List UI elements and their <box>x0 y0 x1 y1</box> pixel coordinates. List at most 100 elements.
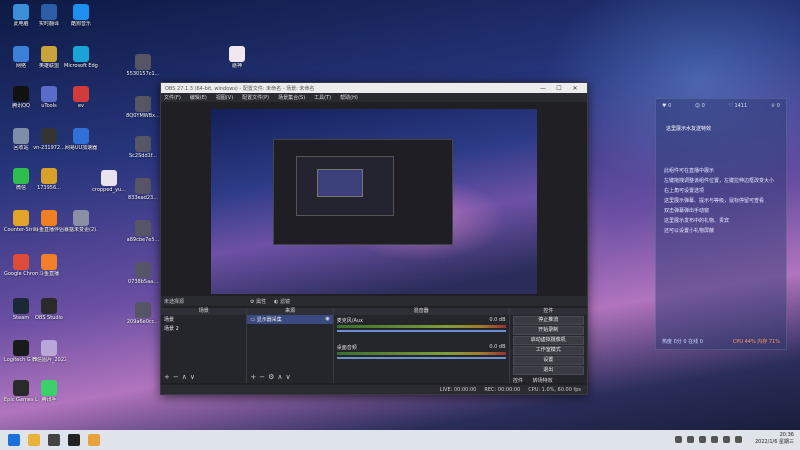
desktop-icon[interactable]: a89cbe7e5... <box>126 220 160 243</box>
obs-window[interactable]: OBS 27.1.3 (64-bit, windows) - 配置文件: 未命名… <box>160 82 588 395</box>
app-icon <box>229 46 245 62</box>
source-item[interactable]: ▭ 显示器采集 ◉ <box>247 315 333 324</box>
menu-scene-collection[interactable]: 场景集合(S) <box>278 94 305 101</box>
desktop-icon[interactable]: 暴露未变更(2).mp4 <box>64 210 98 233</box>
tray-icon[interactable] <box>699 436 706 443</box>
tab-controls[interactable]: 控件 <box>513 378 523 384</box>
desktop-icon[interactable]: 斗鱼直播伴侣 <box>32 210 66 233</box>
desktop-icon[interactable]: 网易UU加速器 <box>64 128 98 151</box>
scene-item[interactable]: 场景 <box>161 315 246 324</box>
tray-icon[interactable] <box>687 436 694 443</box>
volume-meter <box>336 325 506 328</box>
widget-footer: 热度 0分 0 在线 0 CPU 44% 内存 71% <box>662 338 780 345</box>
desktop-icon-label: 网易UU加速器 <box>64 145 98 151</box>
menu-help[interactable]: 帮助(H) <box>340 94 358 101</box>
clock[interactable]: 20:36 2022/1/6 星期三 <box>755 432 794 446</box>
properties-label: 属性 <box>256 298 267 305</box>
desktop-icon[interactable]: 实时翻译 <box>32 4 66 27</box>
app-icon <box>41 210 57 226</box>
stop-streaming-button[interactable]: 停止推流 <box>512 316 584 325</box>
volume-slider[interactable] <box>336 330 506 332</box>
desktop-icon[interactable]: Sc2Sdd1f... <box>126 136 160 159</box>
desktop-icon-label: 8Q0YMWBx... <box>126 113 160 119</box>
desktop-icon-label: 腾讯手 <box>41 397 57 403</box>
desktop-icon[interactable]: 斗鱼直播 <box>32 254 66 277</box>
desktop-icon[interactable]: ev <box>64 86 98 109</box>
source-toolbar: 未选择源 ⚙ 属性 ◐ 滤镜 <box>161 296 587 306</box>
desktop-icon[interactable]: 酷狗音乐 <box>64 4 98 27</box>
volume-slider[interactable] <box>336 357 506 359</box>
desktop-icon-label: a89cbe7e5... <box>126 237 160 243</box>
settings-button[interactable]: 设置 <box>512 356 584 365</box>
desktop-icon-label: 酷狗音乐 <box>70 21 91 27</box>
mixer-channel: 桌面音频 0.0 dB <box>334 334 509 361</box>
desktop-icon[interactable]: 209a6e0cc... <box>126 302 160 325</box>
desktop-icon[interactable]: 腾讯手 <box>32 380 66 403</box>
exit-button[interactable]: 退出 <box>512 366 584 375</box>
tab-transitions[interactable]: 转场特效 <box>533 378 553 384</box>
desktop-icon[interactable]: 833ead23... <box>126 178 160 201</box>
widget-stat: ♥ 0 <box>662 103 672 109</box>
scene-item[interactable]: 场景 2 <box>161 324 246 333</box>
desktop-icon[interactable]: 5530157c1... <box>126 54 160 77</box>
menu-edit[interactable]: 编辑(E) <box>190 94 207 101</box>
mixer-header: 混音器 <box>333 308 509 315</box>
app-icon <box>41 168 57 184</box>
desktop-icon-label: 209a6e0cc... <box>126 319 160 325</box>
start-recording-button[interactable]: 开始录制 <box>512 326 584 335</box>
desktop-icon[interactable]: vn-231972... <box>32 128 66 151</box>
app-icon <box>101 170 117 186</box>
start-icon[interactable] <box>8 434 20 446</box>
widget-stats: ♥ 0 ☺ 0 ♡ 1411 ♕ 0 <box>656 99 786 113</box>
desktop-icon-label: 5530157c1... <box>126 71 160 77</box>
desktop-icon[interactable]: uTools <box>32 86 66 109</box>
close-button[interactable]: ✕ <box>567 85 583 92</box>
app-icon <box>135 220 151 236</box>
menu-profile[interactable]: 配置文件(P) <box>242 94 269 101</box>
desktop-icon-label: 实时翻译 <box>38 21 59 27</box>
menu-tools[interactable]: 工具(T) <box>314 94 331 101</box>
studio-mode-button[interactable]: 工作室模式 <box>512 346 584 355</box>
properties-button[interactable]: ⚙ 属性 <box>250 298 266 305</box>
menu-file[interactable]: 文件(F) <box>164 94 181 101</box>
folder-icon[interactable] <box>28 434 40 446</box>
filters-button[interactable]: ◐ 滤镜 <box>274 298 290 305</box>
desktop-icon[interactable]: Microsoft Edge <box>64 46 98 69</box>
desktop-icon[interactable]: 微信图片_2022010... <box>32 340 66 363</box>
desktop-icon[interactable]: 蘑神 <box>220 46 254 69</box>
app-icon <box>41 4 57 20</box>
obs-titlebar[interactable]: OBS 27.1.3 (64-bit, windows) - 配置文件: 未命名… <box>161 83 587 93</box>
source-item-label: 显示器采集 <box>256 317 282 323</box>
menu-view[interactable]: 视图(V) <box>216 94 233 101</box>
volume-icon[interactable] <box>735 436 742 443</box>
scenes-toolbar[interactable]: +−∧∨ <box>164 373 198 381</box>
tray-icon[interactable] <box>723 436 730 443</box>
widget-footer-left: 热度 0分 0 在线 0 <box>662 339 703 345</box>
system-tray <box>670 436 742 443</box>
widget-line: 还可以设置小礼物屏蔽 <box>664 228 715 234</box>
danmaku-widget[interactable]: ♥ 0 ☺ 0 ♡ 1411 ♕ 0 这里展示水友送特效 此组件可在直播中展示 … <box>655 98 787 350</box>
desktop-icon[interactable]: OBS Studio <box>32 298 66 321</box>
mixer-dock: 混音器 麦克风/Aux 0.0 dB 桌面音频 0.0 dB <box>333 308 510 383</box>
minimize-button[interactable]: — <box>535 85 551 92</box>
app-icon[interactable] <box>88 434 100 446</box>
app-icon <box>41 128 57 144</box>
eye-icon[interactable]: ◉ <box>325 316 329 322</box>
desktop-icon[interactable]: 173956... <box>32 168 66 191</box>
sources-toolbar[interactable]: +−⚙∧∨ <box>250 373 293 381</box>
desktop-icon[interactable]: 0738b5aa... <box>126 262 160 285</box>
steam-icon[interactable] <box>48 434 60 446</box>
obs-menubar: 文件(F) 编辑(E) 视图(V) 配置文件(P) 场景集合(S) 工具(T) … <box>161 93 587 102</box>
tray-icon[interactable] <box>711 436 718 443</box>
obs-preview[interactable] <box>211 109 537 294</box>
virtual-camera-button[interactable]: 启动虚拟摄像机 <box>512 336 584 345</box>
app-icon <box>73 4 89 20</box>
obs-icon[interactable] <box>68 434 80 446</box>
tray-icon[interactable] <box>675 436 682 443</box>
app-icon <box>73 128 89 144</box>
maximize-button[interactable]: ☐ <box>551 85 567 92</box>
desktop-icon[interactable]: cropped_yu... <box>92 170 126 193</box>
app-icon <box>135 54 151 70</box>
desktop-icon[interactable]: 8Q0YMWBx... <box>126 96 160 119</box>
desktop-icon[interactable]: 英雄联盟 <box>32 46 66 69</box>
